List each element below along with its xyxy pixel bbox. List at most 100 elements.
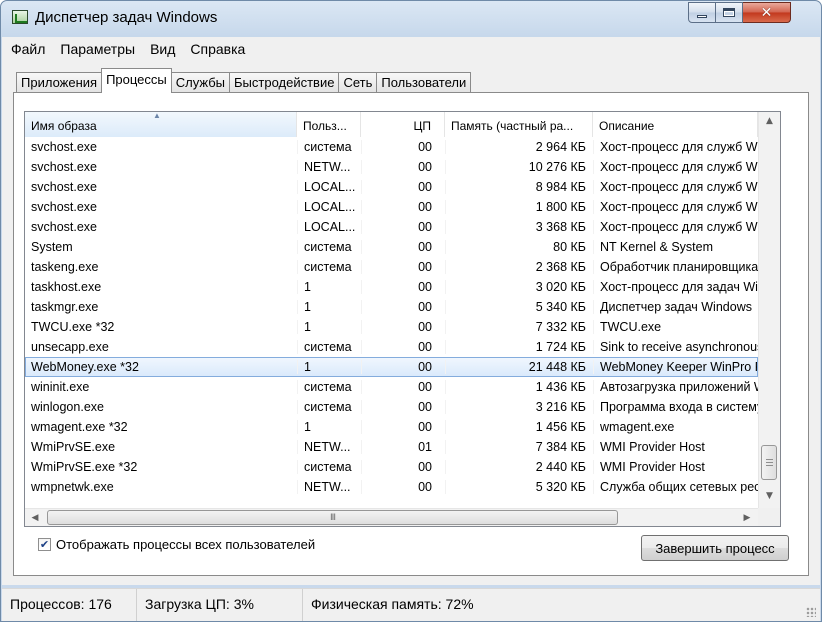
process-image-name: unsecapp.exe <box>31 340 109 354</box>
table-row[interactable]: svchost.exe LOCAL... 00 1 800 КБ Хост-процес… <box>25 197 758 217</box>
table-row[interactable]: svchost.exe LOCAL... 00 8 984 КБ Хост-процес… <box>25 177 758 197</box>
process-user: 1 <box>297 280 361 294</box>
tab-networking[interactable]: Сеть <box>338 72 378 93</box>
tab-applications[interactable]: Приложения <box>16 72 103 93</box>
checkmark-icon: ✔ <box>39 538 50 551</box>
show-all-users-label: Отображать процессы всех пользователей <box>56 537 316 552</box>
process-description: wmagent.exe <box>593 420 758 434</box>
table-row[interactable]: winlogon.exe система 00 3 216 КБ Программа в… <box>25 397 758 417</box>
process-memory: 80 КБ <box>445 240 593 254</box>
process-memory: 1 724 КБ <box>445 340 593 354</box>
process-image-name: winlogon.exe <box>31 400 104 414</box>
table-row[interactable]: WmiPrvSE.exe *32 система 00 2 440 КБ WMI Pro… <box>25 457 758 477</box>
tab-processes[interactable]: Процессы <box>101 68 172 93</box>
close-button[interactable]: ✕ <box>743 2 791 23</box>
process-description: Sink to receive asynchronous <box>593 340 758 354</box>
process-description: Хост-процесс для задач Wi <box>593 280 758 294</box>
tab-strip: Приложения Процессы Службы Быстродействи… <box>16 68 472 93</box>
table-row[interactable]: unsecapp.exe система 00 1 724 КБ Sink to rec… <box>25 337 758 357</box>
process-user: NETW... <box>297 440 361 454</box>
process-description: Служба общих сетевых рес <box>593 480 758 494</box>
column-image-name[interactable]: ▲ Имя образа <box>25 112 297 137</box>
column-headers: ▲ Имя образа Польз... ЦП Память (частный… <box>25 112 758 137</box>
scroll-up-icon[interactable]: ▲ <box>759 112 780 129</box>
process-image-name: svchost.exe <box>31 160 98 174</box>
tab-performance[interactable]: Быстродействие <box>229 72 340 93</box>
table-row[interactable]: WebMoney.exe *32 1 00 21 448 КБ WebMoney Kee… <box>25 357 758 377</box>
process-user: система <box>297 400 361 414</box>
table-row[interactable]: svchost.exe LOCAL... 00 3 368 КБ Хост-процес… <box>25 217 758 237</box>
process-cpu: 00 <box>361 240 445 254</box>
process-cpu: 00 <box>361 320 445 334</box>
menu-view[interactable]: Вид <box>141 37 181 62</box>
process-memory: 3 216 КБ <box>445 400 593 414</box>
scroll-right-icon[interactable]: ▶ <box>737 509 757 526</box>
tab-users[interactable]: Пользователи <box>376 72 472 93</box>
table-row[interactable]: wininit.exe система 00 1 436 КБ Автозагрузка… <box>25 377 758 397</box>
scroll-down-icon[interactable]: ▼ <box>759 487 780 504</box>
table-row[interactable]: taskeng.exe система 00 2 368 КБ Обработчик п… <box>25 257 758 277</box>
table-row[interactable]: wmagent.exe *32 1 00 1 456 КБ wmagent.exe <box>25 417 758 437</box>
process-image-name: wininit.exe <box>31 380 90 394</box>
maximize-icon <box>723 8 735 17</box>
process-description: Хост-процесс для служб Wi <box>593 180 758 194</box>
task-manager-window: Диспетчер задач Windows ✕ Файл Параметры… <box>0 0 822 622</box>
table-row[interactable]: taskmgr.exe 1 00 5 340 КБ Диспетчер задач Wi… <box>25 297 758 317</box>
process-memory: 5 320 КБ <box>445 480 593 494</box>
process-cpu: 00 <box>361 360 445 374</box>
process-cpu: 00 <box>361 140 445 154</box>
process-image-name: svchost.exe <box>31 200 98 214</box>
table-row[interactable]: WmiPrvSE.exe NETW... 01 7 384 КБ WMI Provide… <box>25 437 758 457</box>
process-cpu: 00 <box>361 380 445 394</box>
minimize-button[interactable] <box>688 2 716 23</box>
horizontal-scrollbar[interactable]: ◀ III ▶ <box>25 508 758 526</box>
column-label: Имя образа <box>31 119 97 133</box>
column-memory[interactable]: Память (частный ра... <box>445 112 593 137</box>
scrollbar-corner <box>758 508 780 526</box>
process-image-name: wmagent.exe *32 <box>31 420 128 434</box>
tab-services[interactable]: Службы <box>170 72 231 93</box>
table-row[interactable]: wmpnetwk.exe NETW... 00 5 320 КБ Служба общи… <box>25 477 758 497</box>
process-user: система <box>297 340 361 354</box>
status-bar: Процессов: 176 Загрузка ЦП: 3% Физическа… <box>2 588 820 621</box>
vertical-scroll-thumb[interactable] <box>761 445 777 480</box>
process-user: система <box>297 240 361 254</box>
process-description: Хост-процесс для служб Wi <box>593 160 758 174</box>
menu-help[interactable]: Справка <box>181 37 251 62</box>
table-row[interactable]: svchost.exe система 00 2 964 КБ Хост-процесс… <box>25 137 758 157</box>
process-memory: 2 440 КБ <box>445 460 593 474</box>
process-memory: 3 020 КБ <box>445 280 593 294</box>
process-cpu: 00 <box>361 220 445 234</box>
vertical-scrollbar[interactable]: ▲ ▼ <box>758 112 780 508</box>
process-user: 1 <box>297 300 361 314</box>
process-user: NETW... <box>297 160 361 174</box>
process-description: Хост-процесс для служб Wi <box>593 200 758 214</box>
table-row[interactable]: svchost.exe NETW... 00 10 276 КБ Хост-процес… <box>25 157 758 177</box>
process-cpu: 00 <box>361 420 445 434</box>
table-row[interactable]: System система 00 80 КБ NT Kernel & System <box>25 237 758 257</box>
maximize-button[interactable] <box>716 2 743 23</box>
process-cpu: 00 <box>361 280 445 294</box>
process-user: 1 <box>297 420 361 434</box>
process-memory: 2 368 КБ <box>445 260 593 274</box>
menu-file[interactable]: Файл <box>2 37 51 62</box>
column-cpu[interactable]: ЦП <box>361 112 445 137</box>
table-row[interactable]: TWCU.exe *32 1 00 7 332 КБ TWCU.exe <box>25 317 758 337</box>
show-all-users-checkbox[interactable]: ✔ <box>38 538 51 551</box>
resize-grip-icon[interactable] <box>806 607 816 617</box>
end-process-button[interactable]: Завершить процесс <box>641 535 789 561</box>
process-description: Хост-процесс для служб Wi <box>593 220 758 234</box>
process-image-name: System <box>31 240 73 254</box>
menu-options[interactable]: Параметры <box>51 37 141 62</box>
scroll-left-icon[interactable]: ◀ <box>25 509 45 526</box>
process-list[interactable]: ▲ Имя образа Польз... ЦП Память (частный… <box>24 111 781 527</box>
column-user[interactable]: Польз... <box>297 112 361 137</box>
horizontal-scroll-thumb[interactable]: III <box>47 510 618 525</box>
show-all-users-option[interactable]: ✔ Отображать процессы всех пользователей <box>38 537 315 552</box>
process-user: LOCAL... <box>297 180 361 194</box>
title-bar[interactable]: Диспетчер задач Windows ✕ <box>1 1 821 37</box>
column-description[interactable]: Описание <box>593 112 758 137</box>
table-row[interactable]: taskhost.exe 1 00 3 020 КБ Хост-процесс для … <box>25 277 758 297</box>
process-cpu: 00 <box>361 460 445 474</box>
process-description: Автозагрузка приложений W <box>593 380 758 394</box>
